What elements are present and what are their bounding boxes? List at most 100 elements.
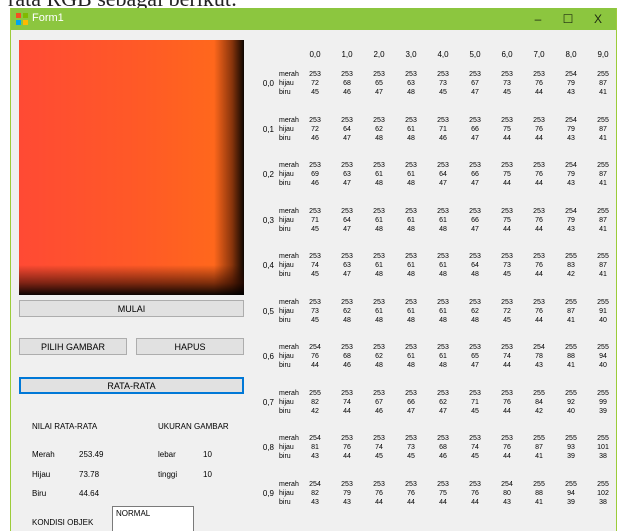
tinggi-value: 10 xyxy=(203,470,212,479)
grid-cell-value: 64 xyxy=(439,171,447,178)
grid-cell-value: 61 xyxy=(375,171,383,178)
row-header: 0,5 xyxy=(262,306,274,316)
column-header: 7,0 xyxy=(533,50,545,59)
grid-cell-value: 45 xyxy=(503,89,511,96)
grid-cell-value: 39 xyxy=(599,407,607,415)
grid-cell-value: 74 xyxy=(343,398,351,406)
grid-cell-value: 48 xyxy=(407,89,415,96)
grid-cell-value: 43 xyxy=(503,498,511,506)
grid-cell-value: 255 xyxy=(565,298,577,306)
grid-cell-value: 253 xyxy=(469,435,481,442)
grid-cell-value: 48 xyxy=(407,180,415,187)
grid-cell-value: 94 xyxy=(567,489,575,497)
grid-cell-value: 76 xyxy=(343,444,351,451)
kondisi-objek-textbox[interactable]: NORMAL xyxy=(112,506,194,531)
grid-cell-value: 48 xyxy=(407,134,415,142)
grid-cell-value: 64 xyxy=(343,125,351,133)
channel-label: merah xyxy=(279,298,299,306)
grid-cell-value: 76 xyxy=(535,125,543,133)
grid-cell-value: 255 xyxy=(597,480,609,488)
pixel-value-grid: 0,0 1,0 2,0 3,0 4,0 5,0 6,0 7,0 8,0 9,0 0,0 merah hi… xyxy=(253,30,616,531)
grid-cell-value: 68 xyxy=(343,353,351,360)
grid-cell-value: 92 xyxy=(567,398,575,406)
grid-cell-value: 67 xyxy=(471,80,479,87)
grid-cell-value: 253 xyxy=(405,162,417,169)
grid-cell-value: 253 xyxy=(341,253,353,260)
grid-cell-value: 253 xyxy=(437,480,449,488)
grid-cell-value: 253 xyxy=(341,298,353,306)
grid-cell-value: 44 xyxy=(439,498,447,506)
channel-label: biru xyxy=(279,89,291,96)
channel-label: biru xyxy=(279,407,291,415)
grid-cell-value: 47 xyxy=(375,89,383,96)
grid-cell-value: 63 xyxy=(407,80,415,87)
close-button[interactable]: X xyxy=(584,9,612,29)
grid-cell-value: 74 xyxy=(311,262,319,269)
grid-cell-value: 253 xyxy=(437,116,449,124)
grid-cell-value: 47 xyxy=(343,271,351,278)
grid-cell-value: 87 xyxy=(535,444,543,451)
grid-cell-value: 44 xyxy=(503,134,511,142)
grid-cell-value: 253 xyxy=(501,389,513,397)
grid-cell-value: 42 xyxy=(567,271,575,278)
grid-cell-value: 47 xyxy=(343,180,351,187)
grid-cell-value: 84 xyxy=(535,398,543,406)
column-header: 6,0 xyxy=(501,50,513,59)
grid-cell-value: 46 xyxy=(311,134,319,142)
grid-cell-value: 48 xyxy=(407,225,415,233)
grid-cell-value: 62 xyxy=(375,353,383,360)
pilih-gambar-button[interactable]: PILIH GAMBAR xyxy=(19,338,127,355)
row-header: 0,4 xyxy=(262,261,274,270)
grid-cell-value: 73 xyxy=(503,80,511,87)
row-header: 0,7 xyxy=(262,397,274,407)
grid-cell-value: 81 xyxy=(311,444,319,451)
title-bar[interactable]: Form1 – ☐ X xyxy=(11,8,616,30)
grid-cell-value: 62 xyxy=(375,125,383,133)
grid-cell-value: 39 xyxy=(567,498,575,506)
grid-cell-value: 47 xyxy=(343,225,351,233)
grid-cell-value: 45 xyxy=(503,316,511,324)
column-header: 0,0 xyxy=(309,50,321,59)
column-header: 1,0 xyxy=(341,50,353,59)
grid-cell-value: 61 xyxy=(375,216,383,224)
mulai-button[interactable]: MULAI xyxy=(19,300,244,317)
grid-cell-value: 38 xyxy=(599,453,607,460)
channel-label: merah xyxy=(279,480,299,488)
grid-cell-value: 76 xyxy=(535,171,543,178)
maximize-button[interactable]: ☐ xyxy=(554,9,582,29)
column-header: 5,0 xyxy=(469,50,481,59)
grid-cell-value: 253 xyxy=(437,298,449,306)
grid-cell-value: 45 xyxy=(471,453,479,460)
grid-cell-value: 91 xyxy=(599,307,607,315)
grid-cell-value: 254 xyxy=(309,480,321,488)
grid-cell-value: 61 xyxy=(407,171,415,178)
grid-cell-value: 41 xyxy=(599,271,607,278)
grid-cell-value: 253 xyxy=(437,389,449,397)
grid-cell-value: 253 xyxy=(469,480,481,488)
grid-cell-value: 44 xyxy=(343,407,351,415)
channel-label: hijau xyxy=(279,398,294,406)
grid-cell-value: 48 xyxy=(439,362,447,369)
minimize-button[interactable]: – xyxy=(524,9,552,29)
channel-label: hijau xyxy=(279,125,294,133)
grid-cell-value: 88 xyxy=(567,353,575,360)
column-header: 3,0 xyxy=(405,50,417,59)
grid-cell-value: 44 xyxy=(535,225,543,233)
channel-label: hijau xyxy=(279,307,294,315)
channel-label: merah xyxy=(279,162,299,169)
grid-cell-value: 253 xyxy=(341,480,353,488)
grid-cell-value: 40 xyxy=(599,316,607,324)
grid-cell-value: 46 xyxy=(375,407,383,415)
channel-label: merah xyxy=(279,389,299,397)
grid-cell-value: 64 xyxy=(471,262,479,269)
rata-rata-button[interactable]: RATA-RATA xyxy=(19,377,244,394)
channel-label: hijau xyxy=(279,171,294,178)
grid-cell-value: 255 xyxy=(597,344,609,351)
grid-cell-value: 73 xyxy=(407,444,415,451)
grid-cell-value: 87 xyxy=(599,216,607,224)
grid-cell-value: 253 xyxy=(341,435,353,442)
grid-cell-value: 73 xyxy=(311,307,319,315)
hapus-button[interactable]: HAPUS xyxy=(136,338,244,355)
grid-cell-value: 46 xyxy=(439,453,447,460)
grid-cell-value: 255 xyxy=(533,435,545,442)
